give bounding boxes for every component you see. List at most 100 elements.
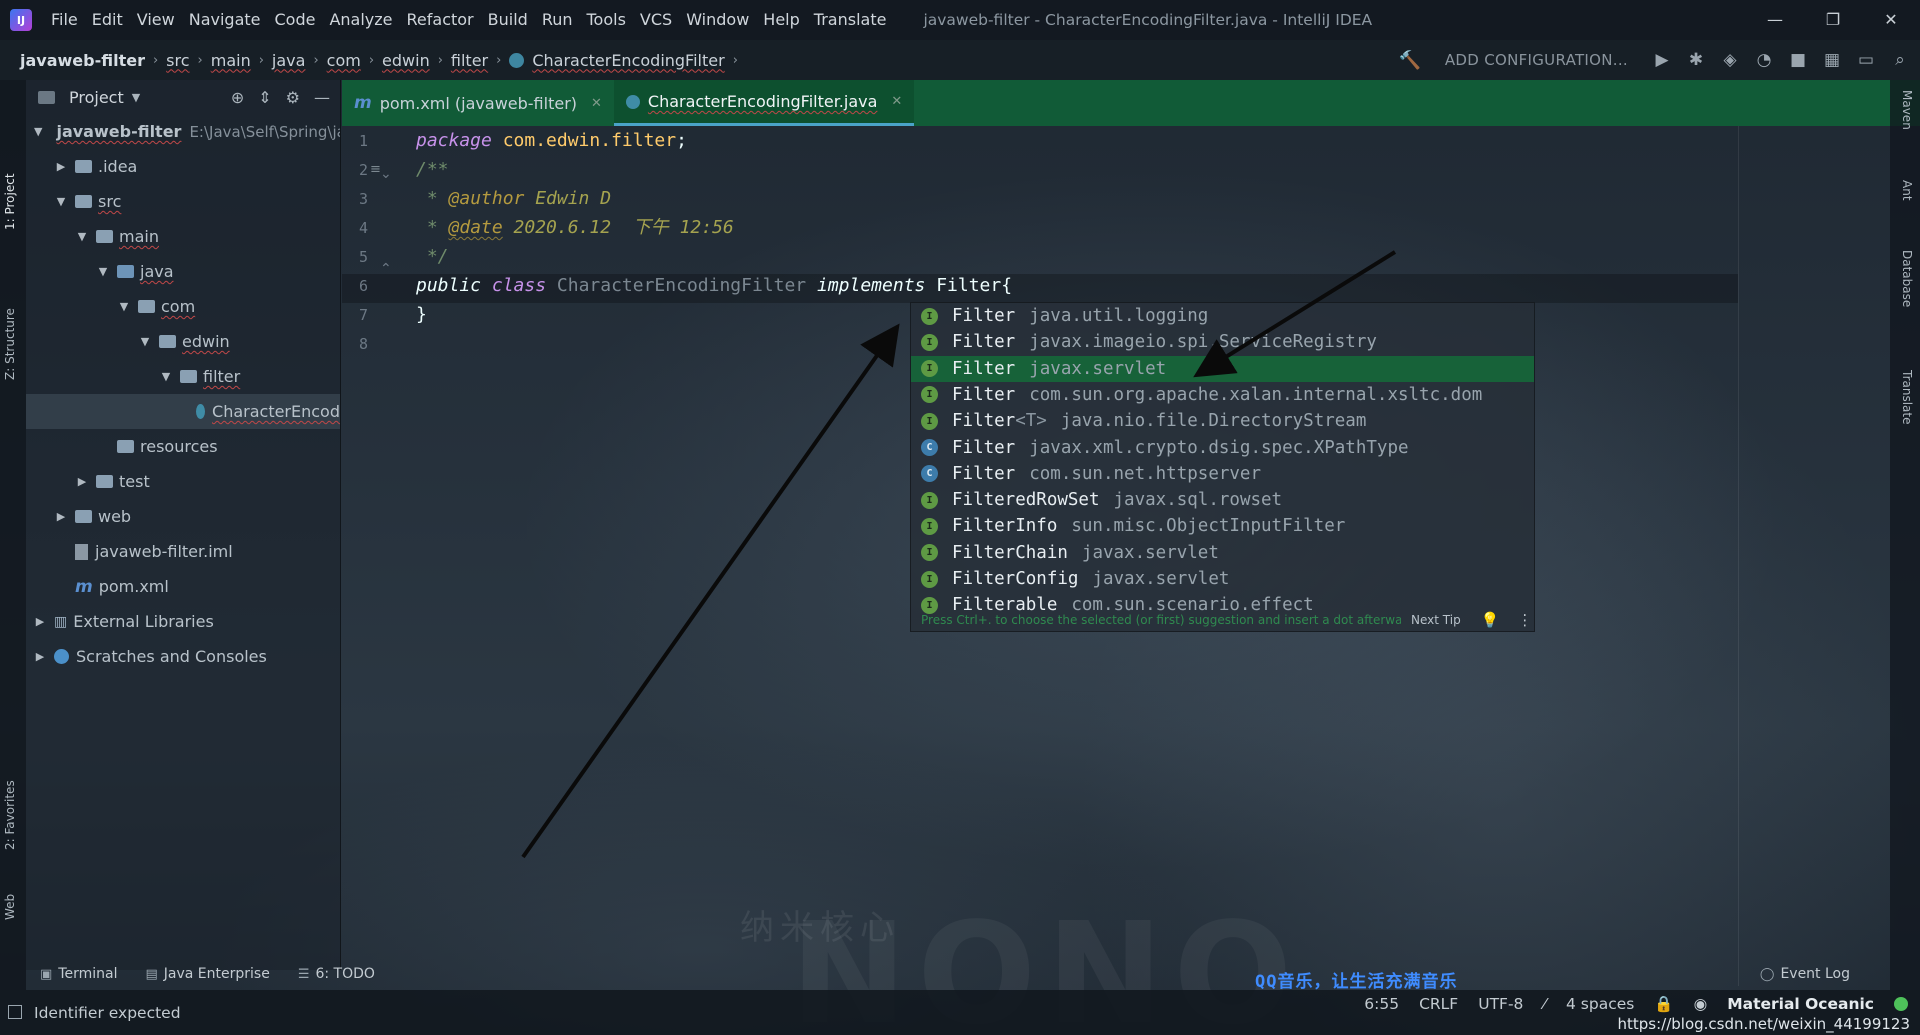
breadcrumb-item[interactable]: java › (272, 51, 327, 70)
tree-item[interactable]: ▼ src (26, 184, 340, 219)
gear-icon[interactable]: ⚙ (286, 88, 300, 107)
completion-item[interactable]: I Filter com.sun.org.apache.xalan.internal… (911, 382, 1534, 408)
menu-refactor[interactable]: Refactor (400, 0, 481, 40)
breadcrumb-item[interactable]: filter › (451, 51, 509, 70)
fold-icon[interactable]: ⌄ (380, 166, 392, 182)
menu-run[interactable]: Run (535, 0, 580, 40)
completion-item[interactable]: I Filter <T> java.nio.file.DirectoryStream (911, 408, 1534, 434)
tree-item[interactable]: m pom.xml (26, 569, 340, 604)
tree-item[interactable]: javaweb-filter.iml (26, 534, 340, 569)
tree-item[interactable]: ▼ javaweb-filter E:\Java\Self\Spring\ja (26, 114, 340, 149)
lock-icon[interactable]: 🔒 (1654, 995, 1673, 1013)
completion-item[interactable]: I Filter javax.servlet (911, 355, 1534, 382)
coverage-icon[interactable]: ◈ (1720, 50, 1740, 70)
tree-item[interactable]: ▼ main (26, 219, 340, 254)
completion-item[interactable]: I FilterChain javax.servlet (911, 540, 1534, 566)
tree-item[interactable]: ▼ java (26, 254, 340, 289)
more-options-icon[interactable]: ⋮ (1517, 611, 1532, 629)
chevron-down-icon[interactable]: ▼ (139, 335, 151, 348)
completion-item[interactable]: I Filter javax.imageio.spi.ServiceRegistry (911, 329, 1534, 355)
close-icon[interactable]: ✕ (591, 96, 602, 111)
chevron-down-icon[interactable]: ▼ (160, 370, 172, 383)
completion-item[interactable]: I FilterConfig javax.servlet (911, 566, 1534, 592)
completion-item[interactable]: C Filter com.sun.net.httpserver (911, 461, 1534, 487)
chevron-down-icon[interactable]: ▼ (118, 300, 130, 313)
breadcrumb-item[interactable]: CharacterEncodingFilter › (509, 51, 746, 70)
tab-pom-xml[interactable]: m pom.xml (javaweb-filter) ✕ (342, 80, 614, 126)
search-icon[interactable]: ⌕ (1890, 50, 1910, 70)
completion-item[interactable]: I Filter java.util.logging (911, 303, 1534, 329)
menu-window[interactable]: Window (679, 0, 756, 40)
project-view-selector[interactable]: Project (69, 88, 124, 107)
file-encoding[interactable]: UTF-8 (1478, 995, 1523, 1013)
menu-view[interactable]: View (130, 0, 182, 40)
terminal-button[interactable]: ▣ Terminal (40, 966, 117, 982)
minimize-button[interactable]: — (1746, 0, 1804, 40)
tab-ant-tool[interactable]: Ant (1900, 180, 1914, 201)
menu-vcs[interactable]: VCS (633, 0, 679, 40)
tree-item[interactable]: resources (26, 429, 340, 464)
tree-item[interactable]: ▼ com (26, 289, 340, 324)
breadcrumb-item[interactable]: main › (211, 51, 272, 70)
breadcrumb-item[interactable]: com › (327, 51, 382, 70)
close-icon[interactable]: ✕ (891, 94, 902, 109)
locate-icon[interactable]: ⊕ (231, 88, 244, 107)
line-separator[interactable]: CRLF (1419, 995, 1458, 1013)
indent-setting[interactable]: 4 spaces (1566, 995, 1634, 1013)
tab-web-tool[interactable]: Web (3, 894, 17, 920)
debug-icon[interactable]: ✱ (1686, 50, 1706, 70)
chevron-right-icon[interactable]: ▶ (76, 475, 88, 488)
memory-icon[interactable]: ◉ (1694, 995, 1708, 1013)
lightbulb-icon[interactable]: 💡 (1481, 611, 1500, 629)
completion-item[interactable]: I FilteredRowSet javax.sql.rowset (911, 487, 1534, 513)
caret-position[interactable]: 6:55 (1364, 995, 1399, 1013)
tab-database-tool[interactable]: Database (1900, 250, 1914, 307)
menu-file[interactable]: File (44, 0, 85, 40)
tab-translate-tool[interactable]: Translate (1900, 370, 1914, 425)
theme-name[interactable]: Material Oceanic (1727, 995, 1874, 1013)
tree-item[interactable]: ▼ filter (26, 359, 340, 394)
menu-build[interactable]: Build (481, 0, 535, 40)
tree-item[interactable]: ▶ .idea (26, 149, 340, 184)
stop-icon[interactable]: ■ (1788, 50, 1808, 70)
restore-button[interactable]: ❐ (1804, 0, 1862, 40)
tree-item[interactable]: ▶ ▥ External Libraries (26, 604, 340, 639)
intellij-logo-icon[interactable]: IJ (10, 9, 32, 31)
menu-tools[interactable]: Tools (580, 0, 633, 40)
java-enterprise-button[interactable]: ▤ Java Enterprise (145, 966, 269, 982)
close-window-button[interactable]: ✕ (1862, 0, 1920, 40)
completion-item[interactable]: C Filter javax.xml.crypto.dsig.spec.XPathT… (911, 435, 1534, 461)
event-log-button[interactable]: ◯ Event Log (1760, 966, 1850, 982)
add-configuration-button[interactable]: ADD CONFIGURATION... (1435, 51, 1638, 69)
tab-project-tool[interactable]: 1: Project (3, 173, 17, 230)
hide-panel-icon[interactable]: — (314, 88, 330, 107)
window-icon[interactable]: ▭ (1856, 50, 1876, 70)
collapse-all-icon[interactable]: ⇕ (258, 88, 271, 107)
chevron-right-icon[interactable]: ▶ (34, 650, 46, 663)
hammer-icon[interactable]: 🔨 (1398, 50, 1420, 71)
tree-item[interactable]: ▶ Scratches and Consoles (26, 639, 340, 674)
doc-render-icon[interactable]: ≡ (370, 162, 381, 177)
chevron-down-icon[interactable]: ▼ (55, 195, 67, 208)
tab-favorites-tool[interactable]: 2: Favorites (3, 780, 17, 850)
fold-icon[interactable]: ⌃ (380, 261, 392, 277)
next-tip-link[interactable]: Next Tip (1411, 613, 1461, 627)
tab-maven-tool[interactable]: Maven (1900, 90, 1914, 130)
menu-navigate[interactable]: Navigate (182, 0, 268, 40)
chevron-right-icon[interactable]: ▶ (55, 160, 67, 173)
chevron-down-icon[interactable]: ▼ (97, 265, 109, 278)
tree-item[interactable]: ▼ edwin (26, 324, 340, 359)
breadcrumb-item[interactable]: edwin › (382, 51, 451, 70)
menu-translate[interactable]: Translate (807, 0, 894, 40)
run-icon[interactable]: ▶ (1652, 50, 1672, 70)
chevron-right-icon[interactable]: ▶ (55, 510, 67, 523)
todo-button[interactable]: ☰ 6: TODO (298, 966, 375, 982)
tree-item[interactable]: ▶ test (26, 464, 340, 499)
breadcrumb-item[interactable]: src › (166, 51, 211, 70)
profile-icon[interactable]: ◔ (1754, 50, 1774, 70)
chevron-down-icon[interactable]: ▼ (132, 91, 140, 104)
tab-structure-tool[interactable]: Z: Structure (3, 308, 17, 380)
menu-help[interactable]: Help (756, 0, 806, 40)
menu-analyze[interactable]: Analyze (322, 0, 399, 40)
tree-item[interactable]: ▶ web (26, 499, 340, 534)
